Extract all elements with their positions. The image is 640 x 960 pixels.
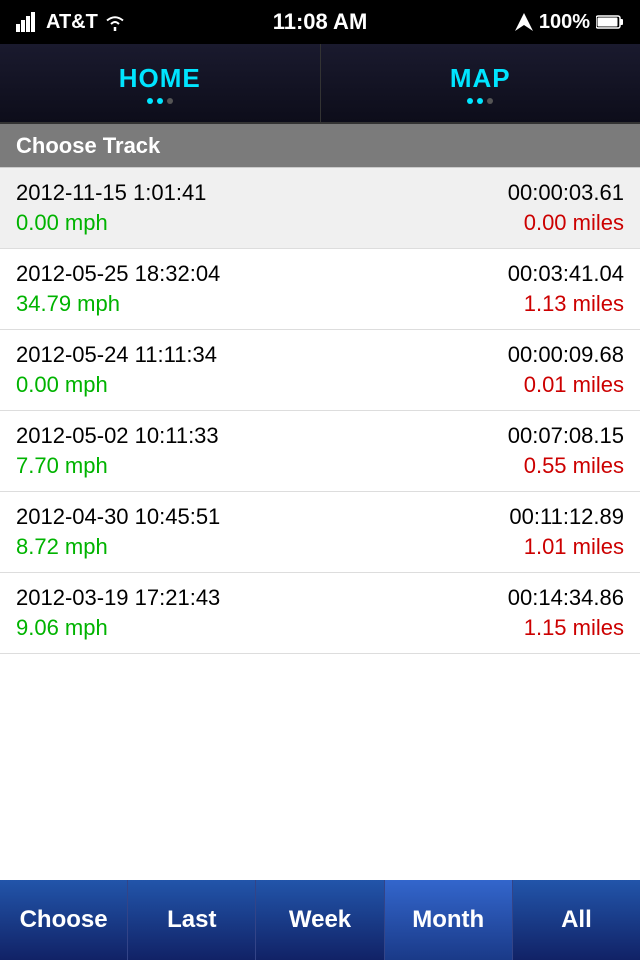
track-distance: 1.15 miles <box>524 615 624 641</box>
track-speed: 7.70 mph <box>16 453 108 479</box>
nav-tabs: HOME MAP <box>0 44 640 124</box>
track-row[interactable]: 2012-05-25 18:32:04 00:03:41.04 34.79 mp… <box>0 249 640 330</box>
track-duration: 00:03:41.04 <box>508 261 624 287</box>
track-duration: 00:11:12.89 <box>509 504 624 530</box>
bottom-tab-last[interactable]: Last <box>128 880 256 960</box>
track-speed: 9.06 mph <box>16 615 108 641</box>
track-date: 2012-04-30 10:45:51 <box>16 504 220 530</box>
battery-label: 100% <box>539 11 590 34</box>
track-distance: 0.55 miles <box>524 453 624 479</box>
tab-home-dots <box>147 98 173 104</box>
location-icon <box>515 13 533 31</box>
track-duration: 00:00:09.68 <box>508 342 624 368</box>
track-date: 2012-05-02 10:11:33 <box>16 423 219 449</box>
track-duration: 00:07:08.15 <box>508 423 624 449</box>
tab-map[interactable]: MAP <box>321 44 640 122</box>
track-distance: 1.13 miles <box>524 291 624 317</box>
track-speed: 0.00 mph <box>16 210 108 236</box>
bottom-tab-all[interactable]: All <box>513 880 640 960</box>
track-distance: 1.01 miles <box>524 534 624 560</box>
battery-icon <box>596 14 624 30</box>
track-date: 2012-03-19 17:21:43 <box>16 585 220 611</box>
carrier-label: AT&T <box>46 11 98 34</box>
bottom-tab-month[interactable]: Month <box>385 880 513 960</box>
signal-icon <box>16 12 40 32</box>
tab-home[interactable]: HOME <box>0 44 321 122</box>
track-speed: 0.00 mph <box>16 372 108 398</box>
track-distance: 0.01 miles <box>524 372 624 398</box>
track-speed: 8.72 mph <box>16 534 108 560</box>
track-date: 2012-05-24 11:11:34 <box>16 342 217 368</box>
track-distance: 0.00 miles <box>524 210 624 236</box>
track-row[interactable]: 2012-05-02 10:11:33 00:07:08.15 7.70 mph… <box>0 411 640 492</box>
wifi-icon <box>104 13 126 31</box>
track-row[interactable]: 2012-11-15 1:01:41 00:00:03.61 0.00 mph … <box>0 168 640 249</box>
track-speed: 34.79 mph <box>16 291 120 317</box>
choose-track-header: Choose Track <box>0 124 640 168</box>
track-row[interactable]: 2012-03-19 17:21:43 00:14:34.86 9.06 mph… <box>0 573 640 654</box>
bottom-tabs: ChooseLastWeekMonthAll <box>0 880 640 960</box>
tab-map-dots <box>467 98 493 104</box>
track-row[interactable]: 2012-04-30 10:45:51 00:11:12.89 8.72 mph… <box>0 492 640 573</box>
status-right: 100% <box>515 11 624 34</box>
track-duration: 00:14:34.86 <box>508 585 624 611</box>
content-area: Choose Track 2012-11-15 1:01:41 00:00:03… <box>0 124 640 880</box>
status-bar: AT&T 11:08 AM 100% <box>0 0 640 44</box>
bottom-tab-choose[interactable]: Choose <box>0 880 128 960</box>
status-time: 11:08 AM <box>273 9 368 35</box>
track-date: 2012-11-15 1:01:41 <box>16 180 206 206</box>
track-list: 2012-11-15 1:01:41 00:00:03.61 0.00 mph … <box>0 168 640 654</box>
track-row[interactable]: 2012-05-24 11:11:34 00:00:09.68 0.00 mph… <box>0 330 640 411</box>
bottom-tab-week[interactable]: Week <box>256 880 384 960</box>
track-duration: 00:00:03.61 <box>508 180 624 206</box>
track-date: 2012-05-25 18:32:04 <box>16 261 220 287</box>
status-left: AT&T <box>16 11 126 34</box>
